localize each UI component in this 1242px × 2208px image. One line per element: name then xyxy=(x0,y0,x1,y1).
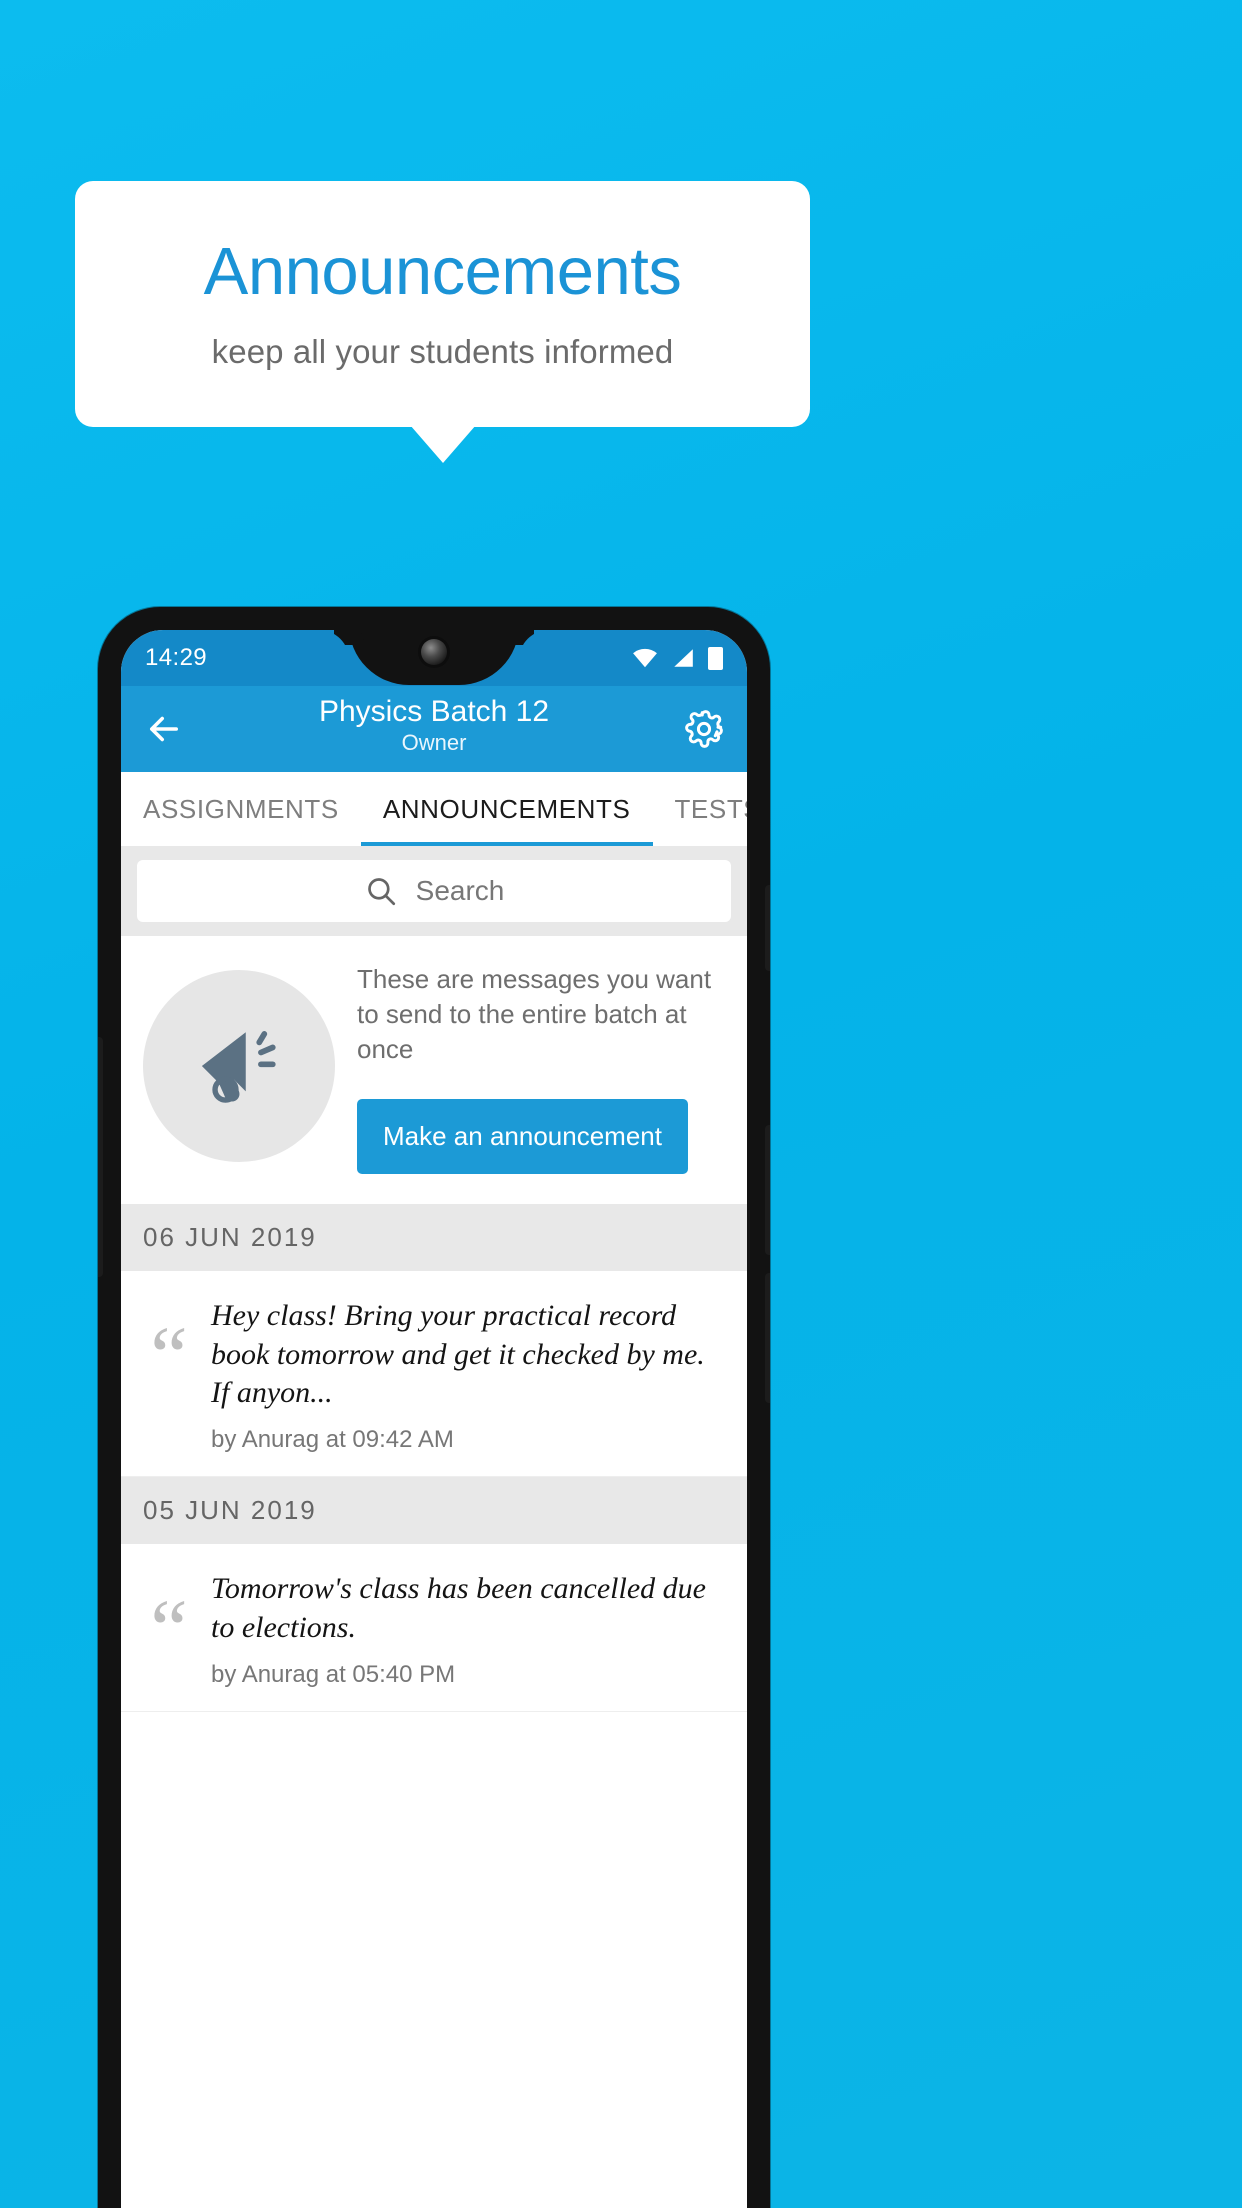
app-bar: Physics Batch 12 Owner xyxy=(121,686,747,772)
tab-tests[interactable]: TESTS xyxy=(652,794,747,825)
search-input[interactable]: Search xyxy=(137,860,731,922)
phone-button-volume-down[interactable] xyxy=(765,1273,770,1403)
back-arrow-icon xyxy=(150,716,178,742)
phone-frame: 14:29 Physics Batch 12 Owner ASSIGNMENTS… xyxy=(98,607,770,2208)
wifi-icon xyxy=(633,648,657,668)
make-announcement-button[interactable]: Make an announcement xyxy=(357,1099,688,1175)
search-placeholder: Search xyxy=(415,875,505,906)
announcement-item[interactable]: “ Hey class! Bring your practical record… xyxy=(121,1271,747,1478)
phone-button-volume-up[interactable] xyxy=(765,1125,770,1255)
promo-subtitle: keep all your students informed xyxy=(211,333,674,371)
announcement-text: Hey class! Bring your practical record b… xyxy=(211,1299,705,1410)
camera-notch xyxy=(349,630,519,685)
promo-title: Announcements xyxy=(203,233,682,309)
status-icons xyxy=(632,646,723,670)
tab-announcements[interactable]: ANNOUNCEMENTS xyxy=(361,794,653,825)
megaphone-icon xyxy=(201,1031,276,1103)
tab-bar: ASSIGNMENTS ANNOUNCEMENTS TESTS xyxy=(121,772,747,846)
gear-icon xyxy=(685,710,723,748)
status-bar: 14:29 xyxy=(121,630,747,686)
date-header: 06 JUN 2019 xyxy=(121,1204,747,1272)
search-icon xyxy=(367,878,395,906)
phone-screen: 14:29 Physics Batch 12 Owner ASSIGNMENTS… xyxy=(121,630,747,2208)
announcement-item[interactable]: “ Tomorrow's class has been cancelled du… xyxy=(121,1544,747,1713)
promo-card: Announcements keep all your students inf… xyxy=(75,181,810,427)
announcement-text: Tomorrow's class has been cancelled due … xyxy=(211,1572,706,1644)
search-area: Search xyxy=(121,846,747,936)
announcement-promo: These are messages you want to send to t… xyxy=(121,936,747,1205)
date-header: 05 JUN 2019 xyxy=(121,1477,747,1545)
page-title: Physics Batch 12 xyxy=(318,695,550,728)
announcement-promo-content: These are messages you want to send to t… xyxy=(357,958,725,1175)
back-button[interactable] xyxy=(143,708,185,750)
announcement-byline: by Anurag at 09:42 AM xyxy=(211,1426,454,1454)
announcement-body: Tomorrow's class has been cancelled due … xyxy=(211,1570,727,1689)
app-bar-titles: Physics Batch 12 Owner xyxy=(121,694,747,758)
announcement-byline: by Anurag at 05:40 PM xyxy=(211,1661,456,1689)
megaphone-badge xyxy=(143,970,335,1163)
battery-icon xyxy=(708,646,723,670)
promo-card-tail xyxy=(410,425,476,463)
front-camera xyxy=(421,639,447,665)
phone-button-assistant[interactable] xyxy=(98,1037,103,1277)
quote-icon: “ xyxy=(150,1310,188,1404)
tab-assignments[interactable]: ASSIGNMENTS xyxy=(121,794,361,825)
quote-icon: “ xyxy=(150,1583,188,1677)
phone-button-power[interactable] xyxy=(765,885,770,971)
announcement-body: Hey class! Bring your practical record b… xyxy=(211,1297,727,1454)
announcement-promo-text: These are messages you want to send to t… xyxy=(357,964,712,1065)
status-time: 14:29 xyxy=(145,644,208,671)
tab-active-indicator xyxy=(361,842,653,846)
signal-icon xyxy=(674,649,693,667)
page-subtitle: Owner xyxy=(401,730,467,756)
settings-button[interactable] xyxy=(683,708,725,750)
